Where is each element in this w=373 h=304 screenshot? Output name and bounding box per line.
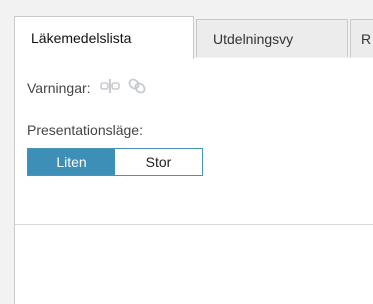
app-window: Läkemedelslista Utdelningsvy R Varningar… xyxy=(0,0,373,304)
presentation-mode-toggle: Liten Stor xyxy=(27,148,203,176)
size-small-button[interactable]: Liten xyxy=(28,149,115,175)
size-large-button[interactable]: Stor xyxy=(115,149,202,175)
pill-capsule-icon[interactable] xyxy=(99,78,121,97)
tab-truncated[interactable]: R xyxy=(350,19,373,57)
medication-list-panel: Varningar: Presentationsläge: Liten Stor xyxy=(14,58,373,304)
tab-lakemedelslista[interactable]: Läkemedelslista xyxy=(14,16,194,59)
presentation-mode-label: Presentationsläge: xyxy=(27,122,143,138)
content-area xyxy=(15,225,373,304)
tab-bar: Läkemedelslista Utdelningsvy R xyxy=(14,16,373,59)
tab-utdelningsvy[interactable]: Utdelningsvy xyxy=(196,19,348,57)
warnings-label: Varningar: xyxy=(27,79,91,96)
warnings-row: Varningar: xyxy=(27,76,147,99)
link-chain-icon[interactable] xyxy=(127,76,147,99)
